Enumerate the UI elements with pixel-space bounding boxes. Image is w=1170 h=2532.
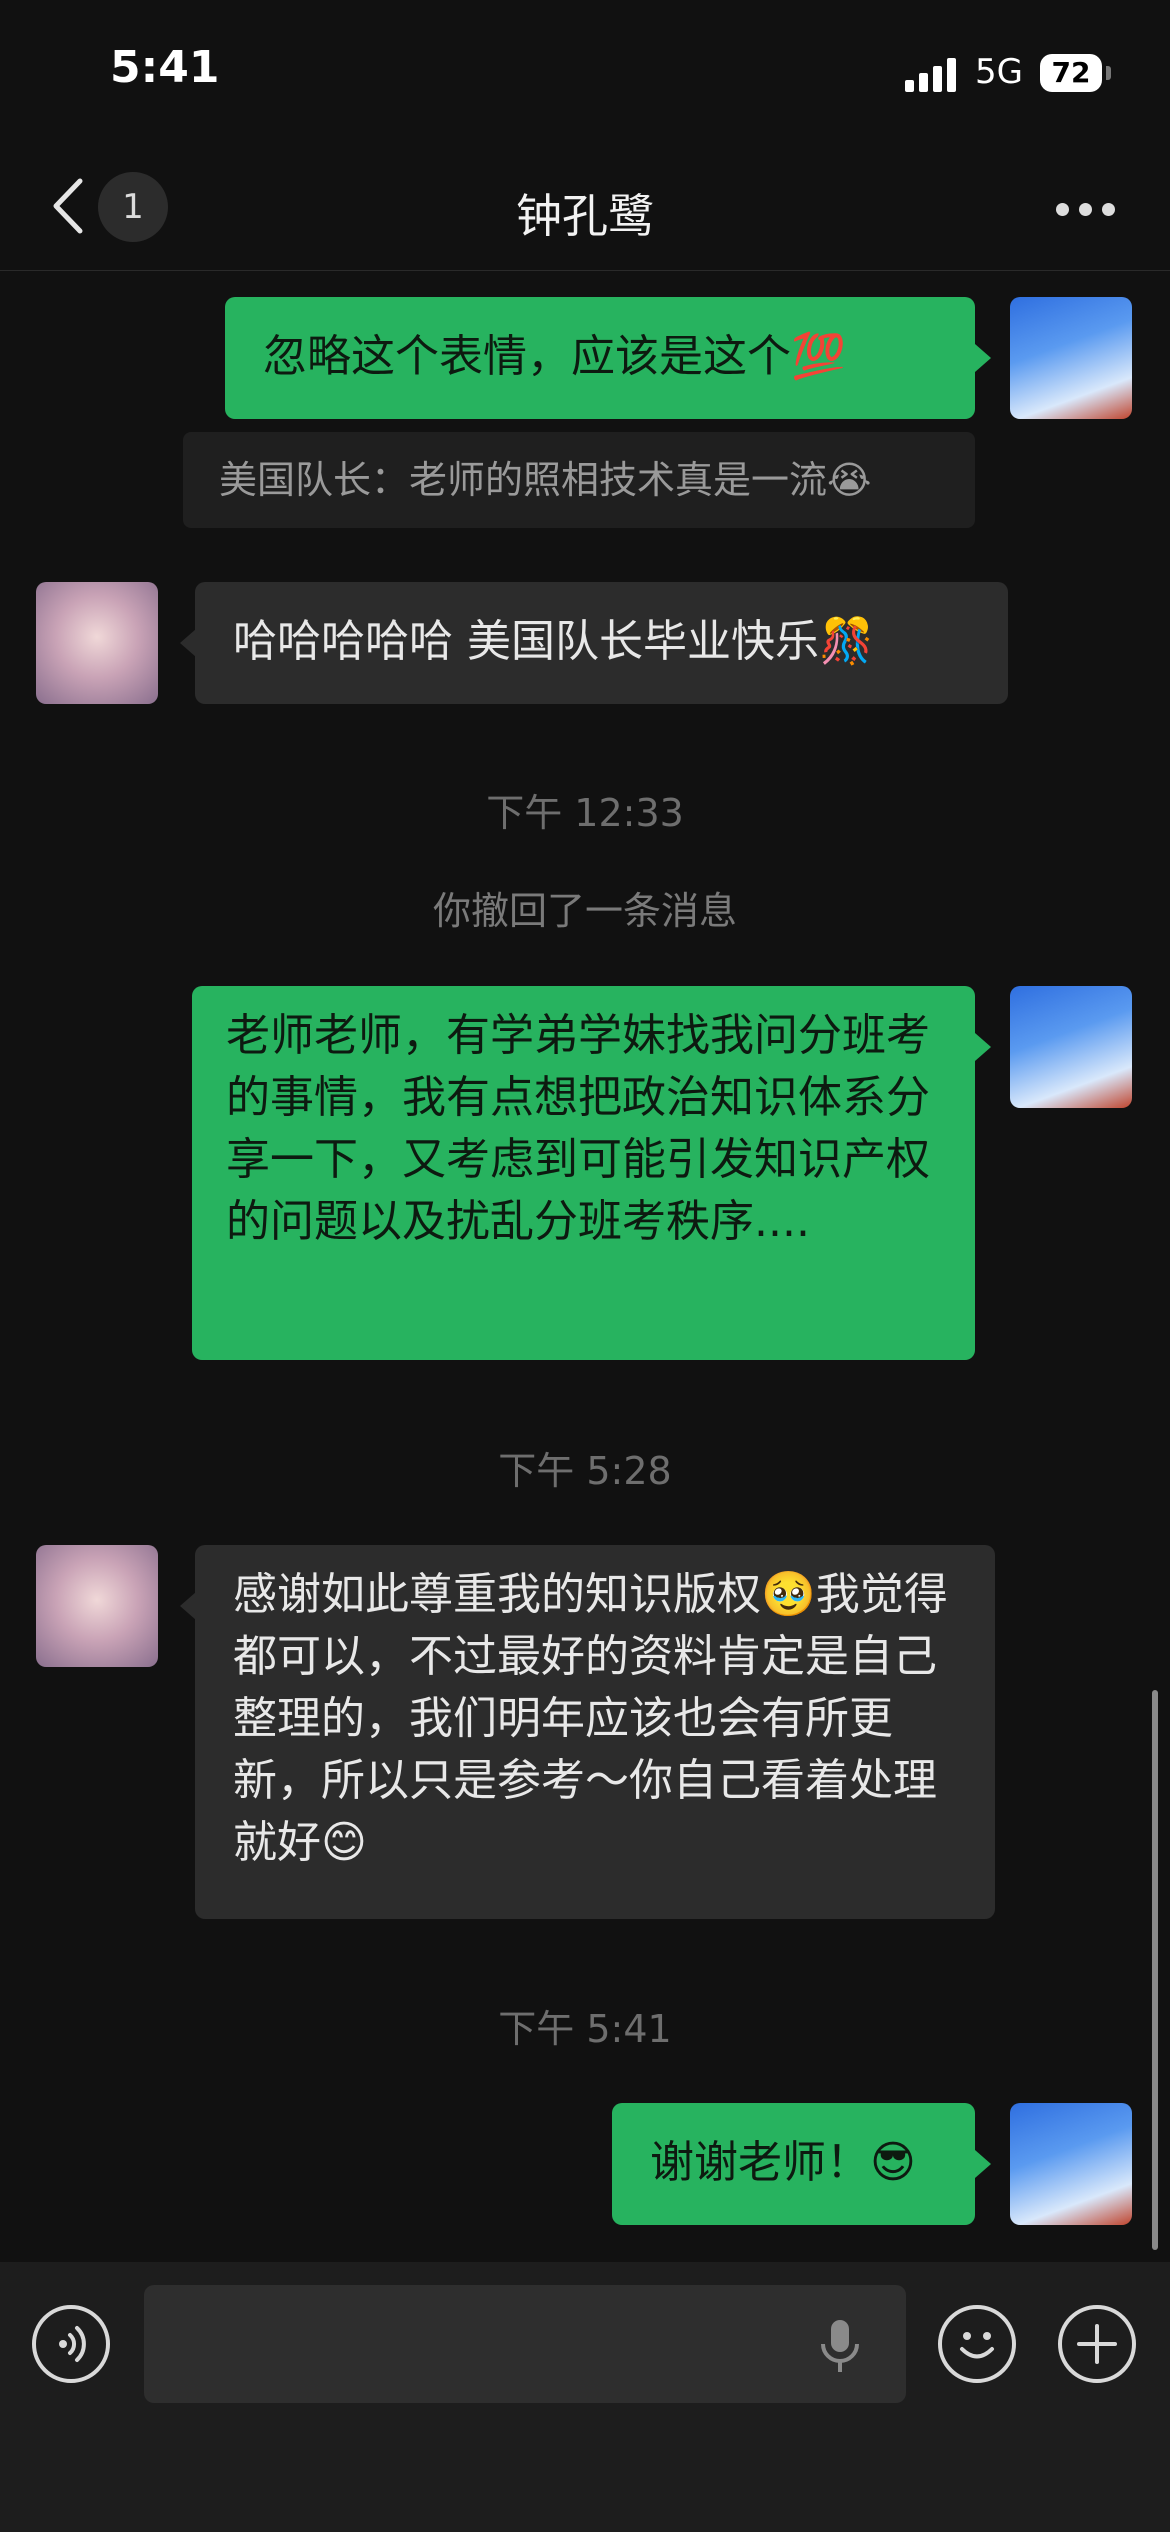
message-text: 感谢如此尊重我的知识版权🥹我觉得都可以，不过最好的资料肯定是自己整理的，我们明年… — [233, 1569, 948, 1868]
quoted-reply[interactable]: 美国队长：老师的照相技术真是一流😭 — [183, 432, 975, 528]
avatar-teacher[interactable] — [36, 582, 158, 704]
recall-notice: 你撤回了一条消息 — [432, 889, 737, 933]
message-bubble-outgoing[interactable]: 忽略这个表情，应该是这个💯 — [225, 297, 975, 419]
message-input[interactable] — [144, 2285, 906, 2403]
message-bubble-outgoing[interactable]: 老师老师，有学弟学妹找我问分班考的事情，我有点想把政治知识体系分享一下，又考虑到… — [192, 986, 975, 1360]
message-text: 忽略这个表情，应该是这个💯 — [263, 331, 846, 382]
battery-icon: 72 — [1040, 54, 1102, 92]
message-text: 哈哈哈哈哈 美国队长毕业快乐🎊 — [233, 616, 874, 667]
bubble-tail — [180, 629, 196, 657]
avatar-me[interactable] — [1010, 297, 1132, 419]
bubble-tail — [975, 1033, 991, 1061]
timestamp: 下午 12:33 — [486, 791, 684, 835]
signal-icon — [905, 58, 957, 92]
voice-toggle-icon[interactable] — [32, 2305, 110, 2383]
quote-text: 美国队长：老师的照相技术真是一流😭 — [219, 458, 872, 502]
message-text: 谢谢老师！😎 — [650, 2137, 916, 2188]
timestamp: 下午 5:28 — [498, 1449, 672, 1493]
message-bubble-incoming[interactable]: 哈哈哈哈哈 美国队长毕业快乐🎊 — [195, 582, 1008, 704]
avatar-me[interactable] — [1010, 2103, 1132, 2225]
bubble-tail — [180, 1592, 196, 1620]
emoji-icon[interactable] — [938, 2305, 1016, 2383]
mic-icon[interactable] — [816, 2318, 864, 2376]
message-text: 老师老师，有学弟学妹找我问分班考的事情，我有点想把政治知识体系分享一下，又考虑到… — [226, 1010, 930, 1247]
network-type: 5G — [975, 52, 1023, 92]
scrollbar[interactable] — [1152, 1690, 1158, 2250]
chat-title: 钟孔鹭 — [516, 189, 654, 243]
bubble-tail — [975, 2150, 991, 2178]
more-dots-icon[interactable] — [1056, 203, 1116, 217]
avatar-me[interactable] — [1010, 986, 1132, 1108]
bubble-tail — [975, 344, 991, 372]
plus-icon[interactable] — [1058, 2305, 1136, 2383]
status-time: 5:41 — [110, 42, 220, 93]
timestamp: 下午 5:41 — [498, 2007, 672, 2051]
battery-cap — [1106, 66, 1111, 80]
message-bubble-outgoing[interactable]: 谢谢老师！😎 — [612, 2103, 975, 2225]
message-bubble-incoming[interactable]: 感谢如此尊重我的知识版权🥹我觉得都可以，不过最好的资料肯定是自己整理的，我们明年… — [195, 1545, 995, 1919]
avatar-teacher[interactable] — [36, 1545, 158, 1667]
